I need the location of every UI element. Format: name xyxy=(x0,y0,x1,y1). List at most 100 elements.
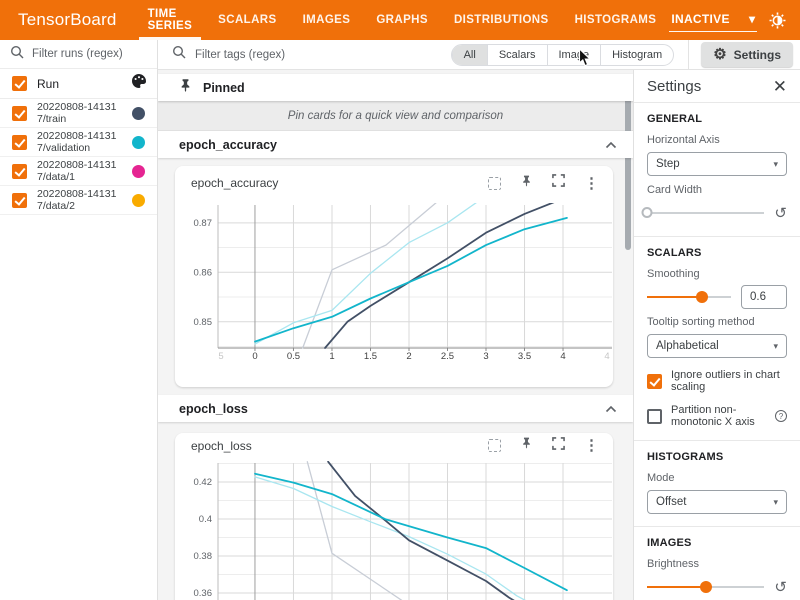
pinned-empty-message: Pin cards for a quick view and compariso… xyxy=(288,110,503,122)
svg-text:3: 3 xyxy=(483,351,488,362)
card-width-slider[interactable] xyxy=(647,206,764,220)
chevron-up-icon[interactable] xyxy=(605,405,617,413)
settings-group-scalars: SCALARS Smoothing 0.6 Tooltip sorting me… xyxy=(634,237,800,441)
run-row[interactable]: 20220808-141317/data/2 xyxy=(0,186,157,215)
fit-domain-icon[interactable] xyxy=(488,439,501,452)
run-checkbox[interactable] xyxy=(12,193,27,208)
chevron-down-icon: ▾ xyxy=(773,159,778,170)
search-icon xyxy=(10,45,24,64)
tag-type-filter-button[interactable]: Scalars xyxy=(487,45,547,65)
card-title: epoch_accuracy xyxy=(191,176,278,190)
scalar-card-epoch-loss: epoch_loss ⋮ 0.360.380 xyxy=(175,433,613,600)
run-filter-input[interactable] xyxy=(32,48,150,60)
svg-text:0.5: 0.5 xyxy=(287,351,300,362)
svg-text:3.5: 3.5 xyxy=(518,351,531,362)
tooltip-sorting-select[interactable]: Alphabetical ▾ xyxy=(647,334,787,358)
dark-mode-toggle-icon[interactable] xyxy=(766,9,788,31)
app-header: TensorBoard TIME SERIES SCALARS IMAGES G… xyxy=(0,0,800,40)
fullscreen-icon[interactable] xyxy=(552,174,565,192)
run-checkbox[interactable] xyxy=(12,164,27,179)
svg-text:0.86: 0.86 xyxy=(194,267,213,278)
plugin-tab[interactable]: SCALARS xyxy=(205,0,289,40)
brightness-slider[interactable] xyxy=(647,580,764,594)
ignore-outliers-checkbox[interactable] xyxy=(647,374,662,389)
plugin-tab[interactable]: HISTOGRAMS xyxy=(562,0,670,40)
toolbar-divider xyxy=(688,40,689,70)
histogram-mode-select[interactable]: Offset ▾ xyxy=(647,490,787,514)
reset-icon[interactable]: ↺ xyxy=(774,580,787,595)
section-header-epoch-accuracy[interactable]: epoch_accuracy xyxy=(158,131,633,158)
svg-text:0: 0 xyxy=(252,351,257,362)
fit-domain-icon[interactable] xyxy=(488,177,501,190)
plugin-tab[interactable]: IMAGES xyxy=(290,0,364,40)
gear-icon: ⚙ xyxy=(713,47,726,62)
run-checkbox[interactable] xyxy=(12,135,27,150)
smoothing-value-input[interactable]: 0.6 xyxy=(741,285,787,309)
scalar-card-epoch-accuracy: epoch_accuracy ⋮ 0.85 0 xyxy=(175,166,613,387)
reload-status-dropdown[interactable]: INACTIVE ▾ xyxy=(669,9,757,32)
horizontal-axis-select[interactable]: Step ▾ xyxy=(647,152,787,176)
tag-type-filter-button[interactable]: Image xyxy=(547,45,601,65)
plugin-tabs: TIME SERIES SCALARS IMAGES GRAPHS DISTRI… xyxy=(135,0,670,40)
card-actions: ⋮ xyxy=(488,174,599,193)
plugin-tab[interactable]: GRAPHS xyxy=(363,0,441,40)
svg-text:2: 2 xyxy=(406,351,411,362)
plugin-tab[interactable]: DISTRIBUTIONS xyxy=(441,0,562,40)
chevron-up-icon[interactable] xyxy=(605,141,617,149)
settings-button[interactable]: ⚙ Settings xyxy=(701,42,793,67)
run-color-swatch[interactable] xyxy=(132,136,145,149)
select-all-runs-checkbox[interactable] xyxy=(12,76,27,91)
settings-panel-title: Settings xyxy=(647,78,701,95)
tag-filter-input[interactable] xyxy=(195,49,395,61)
pin-icon xyxy=(178,78,193,98)
partition-x-axis-checkbox[interactable] xyxy=(647,409,662,424)
run-row[interactable]: 20220808-141317/data/1 xyxy=(0,157,157,186)
pin-card-icon[interactable] xyxy=(520,436,533,455)
tag-type-filter-button[interactable]: All xyxy=(452,45,487,65)
help-icon[interactable]: ? xyxy=(775,410,787,422)
tag-toolbar: All Scalars Image Histogram ⚙ Settings xyxy=(158,40,800,70)
run-name: 20220808-141317/data/2 xyxy=(37,188,125,212)
run-row[interactable]: 20220808-141317/train xyxy=(0,99,157,128)
plugin-tab[interactable]: TIME SERIES xyxy=(135,0,206,40)
app-logo: TensorBoard xyxy=(0,10,135,30)
svg-text:5: 5 xyxy=(218,351,223,362)
run-row[interactable]: 20220808-141317/validation xyxy=(0,128,157,157)
run-filter xyxy=(0,40,157,69)
runs-column-label: Run xyxy=(37,77,59,91)
scalar-chart-epoch-accuracy[interactable]: 0.850.860.8700.511.522.533.5454 xyxy=(175,200,613,370)
card-header: epoch_accuracy ⋮ xyxy=(175,166,613,200)
tag-type-filter-button[interactable]: Histogram xyxy=(600,45,673,65)
svg-text:4: 4 xyxy=(560,351,565,362)
svg-text:0.42: 0.42 xyxy=(194,477,213,488)
runs-list: 20220808-141317/train 20220808-141317/va… xyxy=(0,99,157,215)
more-options-icon[interactable]: ⋮ xyxy=(584,176,599,191)
settings-panel: Settings ✕ GENERAL Horizontal Axis Step … xyxy=(633,70,800,600)
svg-text:0.4: 0.4 xyxy=(199,514,212,525)
run-color-swatch[interactable] xyxy=(132,194,145,207)
run-checkbox[interactable] xyxy=(12,106,27,121)
header-actions: INACTIVE ▾ ⚙ ? xyxy=(669,9,800,32)
more-options-icon[interactable]: ⋮ xyxy=(584,438,599,453)
pinned-title: Pinned xyxy=(203,81,245,95)
run-color-swatch[interactable] xyxy=(132,107,145,120)
fullscreen-icon[interactable] xyxy=(552,437,565,455)
close-icon[interactable]: ✕ xyxy=(773,78,787,95)
smoothing-slider[interactable] xyxy=(647,290,731,304)
run-color-swatch[interactable] xyxy=(132,165,145,178)
settings-group-general: GENERAL Horizontal Axis Step ▾ Card Widt… xyxy=(634,103,800,237)
palette-icon[interactable] xyxy=(131,73,147,94)
vertical-scrollbar[interactable] xyxy=(625,78,631,250)
card-title: epoch_loss xyxy=(191,439,252,453)
reset-icon[interactable]: ↺ xyxy=(774,206,787,221)
scalar-chart-epoch-loss[interactable]: 0.360.380.40.42 xyxy=(175,458,613,600)
card-header: epoch_loss ⋮ xyxy=(175,433,613,458)
section-header-epoch-loss[interactable]: epoch_loss xyxy=(158,395,633,422)
chevron-down-icon: ▾ xyxy=(773,497,778,508)
runs-table-header: Run xyxy=(0,69,157,99)
svg-text:4: 4 xyxy=(604,351,609,362)
svg-text:0.85: 0.85 xyxy=(194,317,213,328)
runs-sidebar: Run 20220808-141317/train 20220808-14 xyxy=(0,40,158,600)
pin-card-icon[interactable] xyxy=(520,174,533,193)
cards-scroll-area: Pinned Pin cards for a quick view and co… xyxy=(158,70,633,600)
